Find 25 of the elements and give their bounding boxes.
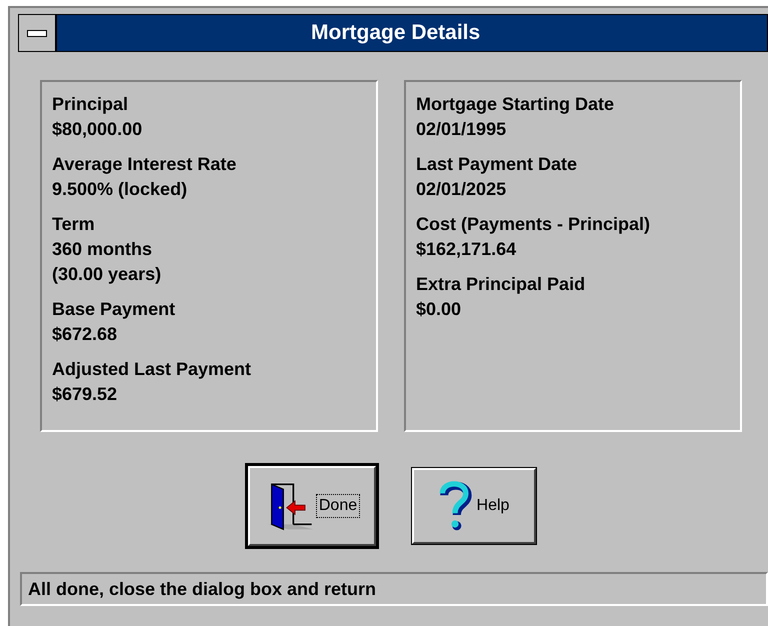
field-value: 02/01/2025 bbox=[416, 178, 508, 201]
window-title: Mortgage Details bbox=[311, 21, 480, 45]
field-value: $0.00 bbox=[416, 298, 462, 321]
field-value: $80,000.00 bbox=[52, 118, 144, 141]
field-value: 360 months bbox=[52, 238, 154, 261]
field-label: Extra Principal Paid bbox=[416, 273, 586, 296]
system-menu-button[interactable] bbox=[19, 15, 57, 51]
field-label: Principal bbox=[52, 93, 130, 116]
field-label: Cost (Payments - Principal) bbox=[416, 213, 652, 236]
field-value: $162,171.64 bbox=[416, 238, 518, 261]
field-value: 9.500% (locked) bbox=[52, 178, 188, 201]
help-button[interactable]: Help bbox=[412, 468, 536, 544]
done-button[interactable]: Done bbox=[248, 466, 376, 546]
field-label: Term bbox=[52, 213, 96, 236]
field-value: 02/01/1995 bbox=[416, 118, 508, 141]
field-value: $672.68 bbox=[52, 323, 118, 346]
question-mark-icon bbox=[436, 479, 473, 533]
field-label: Mortgage Starting Date bbox=[416, 93, 616, 116]
field-label: Average Interest Rate bbox=[52, 153, 238, 176]
field-value: (30.00 years) bbox=[52, 263, 162, 286]
status-bar: All done, close the dialog box and return bbox=[20, 572, 768, 606]
field-label: Last Payment Date bbox=[416, 153, 578, 176]
field-label: Base Payment bbox=[52, 298, 176, 321]
field-value: $679.52 bbox=[52, 383, 118, 406]
field-label: Adjusted Last Payment bbox=[52, 358, 252, 381]
